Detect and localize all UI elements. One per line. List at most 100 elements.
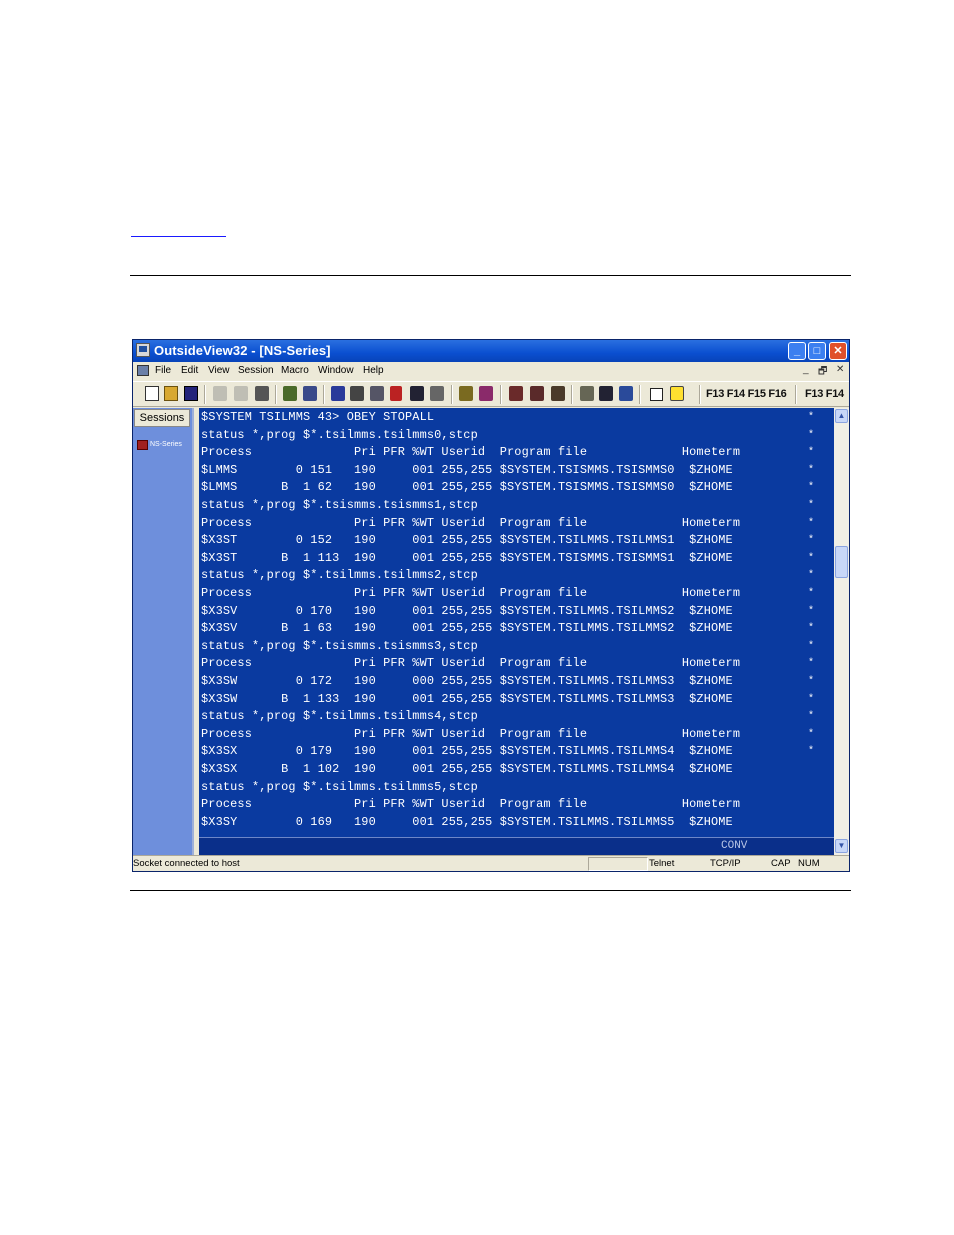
menu-edit[interactable]: Edit (181, 365, 198, 376)
menu-bar: File Edit View Session Macro Window Help… (133, 362, 849, 380)
terminal-line: Process Pri PFR %WT Userid Program file … (201, 797, 741, 812)
scroll-up-arrow-icon[interactable]: ▲ (835, 409, 848, 423)
function-icon[interactable] (390, 386, 402, 401)
terminal-line: $X3ST 0 152 190 001 255,255 $SYSTEM.TSIL… (201, 533, 733, 548)
print-icon[interactable] (255, 386, 269, 401)
terminal-line: $X3SV B 1 63 190 001 255,255 $SYSTEM.TSI… (201, 621, 733, 636)
new-icon[interactable] (145, 386, 159, 401)
screen-icon[interactable] (331, 386, 345, 401)
toolbar-separator (275, 385, 277, 404)
transfer-icon[interactable] (350, 386, 364, 401)
minimize-button[interactable]: _ (788, 342, 806, 360)
function-keys-f13-f16[interactable]: F13 F14 F15 F16 (706, 388, 787, 400)
cut-icon[interactable] (213, 386, 227, 401)
scroll-down-arrow-icon[interactable]: ▼ (835, 839, 848, 853)
terminal-marker: * (808, 412, 815, 423)
status-pane (588, 857, 648, 871)
send-icon[interactable] (509, 386, 523, 401)
terminal-marker: * (808, 500, 815, 511)
terminal-marker: * (808, 658, 815, 670)
menu-help[interactable]: Help (363, 365, 384, 376)
download-icon[interactable] (599, 386, 613, 401)
sync-icon[interactable] (551, 386, 565, 401)
terminal-marker: * (808, 676, 815, 687)
mdi-close-button[interactable]: ✕ (836, 364, 844, 375)
caps-indicator: CAP (771, 858, 791, 869)
toolbar-separator (204, 385, 206, 404)
disconnect-icon[interactable] (303, 386, 317, 401)
scrollbar-thumb[interactable] (835, 546, 848, 578)
terminal-line: $SYSTEM TSILMMS 43> OBEY STOPALL (201, 410, 435, 424)
status-message: Socket connected to host (133, 858, 240, 869)
blank-page-icon[interactable] (650, 388, 663, 401)
session-item-ns-series[interactable]: NS-Series (137, 440, 193, 454)
terminal-line: $X3SX B 1 102 190 001 255,255 $SYSTEM.TS… (201, 762, 733, 776)
receive-icon[interactable] (530, 386, 544, 401)
terminal-line: $X3ST B 1 113 190 001 255,255 $SYSTEM.TS… (201, 550, 733, 565)
document-icon[interactable] (137, 365, 149, 376)
toolbar-separator (571, 385, 573, 404)
vertical-scrollbar[interactable]: ▲ ▼ (834, 408, 849, 855)
terminal-marker: * (808, 570, 815, 582)
title-bar[interactable]: OutsideView32 - [NS-Series] _ □ ✕ (133, 340, 849, 362)
session-label: NS-Series (150, 441, 182, 448)
help-icon[interactable] (670, 386, 684, 401)
terminal-marker: * (808, 605, 815, 617)
mdi-minimize-button[interactable]: _ (803, 364, 809, 375)
menu-macro[interactable]: Macro (281, 365, 309, 376)
keyboard-icon[interactable] (430, 386, 444, 401)
protocol-telnet: Telnet (649, 858, 675, 869)
terminal-marker: * (808, 552, 815, 564)
num-indicator: NUM (798, 858, 820, 869)
terminal-line: $X3SW 0 172 190 000 255,255 $SYSTEM.TSIL… (201, 674, 733, 688)
terminal-marker: * (808, 623, 815, 635)
terminal-line: status *,prog $*.tsilmms.tsilmms2,stcp (201, 568, 478, 583)
toolbar-separator (699, 385, 701, 404)
windows-icon[interactable] (619, 386, 633, 401)
top-rule (130, 275, 851, 276)
paste-icon[interactable] (234, 386, 248, 401)
terminal-status-line: CONV (199, 837, 834, 855)
menu-view[interactable]: View (208, 365, 230, 376)
close-button[interactable]: ✕ (829, 342, 847, 360)
toolbar-separator (451, 385, 453, 404)
bottom-rule (130, 890, 851, 891)
outsideview-window: OutsideView32 - [NS-Series] _ □ ✕ File E… (132, 339, 850, 872)
settings-icon[interactable] (459, 386, 473, 401)
terminal-marker: * (808, 588, 815, 599)
menu-session[interactable]: Session (238, 365, 274, 376)
terminal-marker: * (808, 535, 815, 547)
terminal-line: $X3SW B 1 133 190 001 255,255 $SYSTEM.TS… (201, 691, 733, 706)
macro-icon[interactable] (410, 386, 424, 401)
protocol-tcpip: TCP/IP (710, 858, 741, 869)
terminal-line: Process Pri PFR %WT Userid Program file … (201, 515, 741, 530)
mdi-restore-button[interactable]: 🗗 (818, 364, 827, 381)
function-keys-f13-f14[interactable]: F13 F14 (805, 388, 844, 400)
record-icon[interactable] (370, 386, 384, 401)
capture-icon[interactable] (479, 386, 493, 401)
open-icon[interactable] (164, 386, 178, 401)
terminal-line: status *,prog $*.tsilmms.tsilmms5,stcp (201, 779, 478, 794)
maximize-button[interactable]: □ (808, 342, 826, 360)
sessions-tab[interactable]: Sessions (134, 409, 190, 427)
menu-file[interactable]: File (155, 365, 171, 376)
connect-icon[interactable] (283, 386, 297, 401)
terminal-marker: * (808, 746, 815, 758)
terminal-marker: * (808, 728, 815, 740)
document-link[interactable] (131, 226, 226, 237)
toolbar-separator (795, 385, 797, 404)
terminal-line: status *,prog $*.tsilmms.tsilmms4,stcp (201, 709, 478, 724)
menu-window[interactable]: Window (318, 365, 354, 376)
terminal-line: $X3SX 0 179 190 001 255,255 $SYSTEM.TSIL… (201, 744, 733, 759)
terminal-screen[interactable]: $SYSTEM TSILMMS 43> OBEY STOPALL status *… (199, 408, 834, 837)
terminal-marker: * (808, 464, 815, 476)
save-icon[interactable] (184, 386, 198, 401)
terminal-line: status *,prog $*.tsismms.tsismms3,stcp (201, 638, 478, 653)
tools-icon[interactable] (580, 386, 594, 401)
app-icon (136, 343, 150, 357)
terminal-line: $X3SY 0 169 190 001 255,255 $SYSTEM.TSIL… (201, 814, 733, 829)
computer-icon (137, 440, 148, 450)
terminal-line: Process Pri PFR %WT Userid Program file … (201, 586, 741, 600)
terminal-line: Process Pri PFR %WT Userid Program file … (201, 656, 741, 671)
terminal-marker: * (808, 447, 815, 459)
